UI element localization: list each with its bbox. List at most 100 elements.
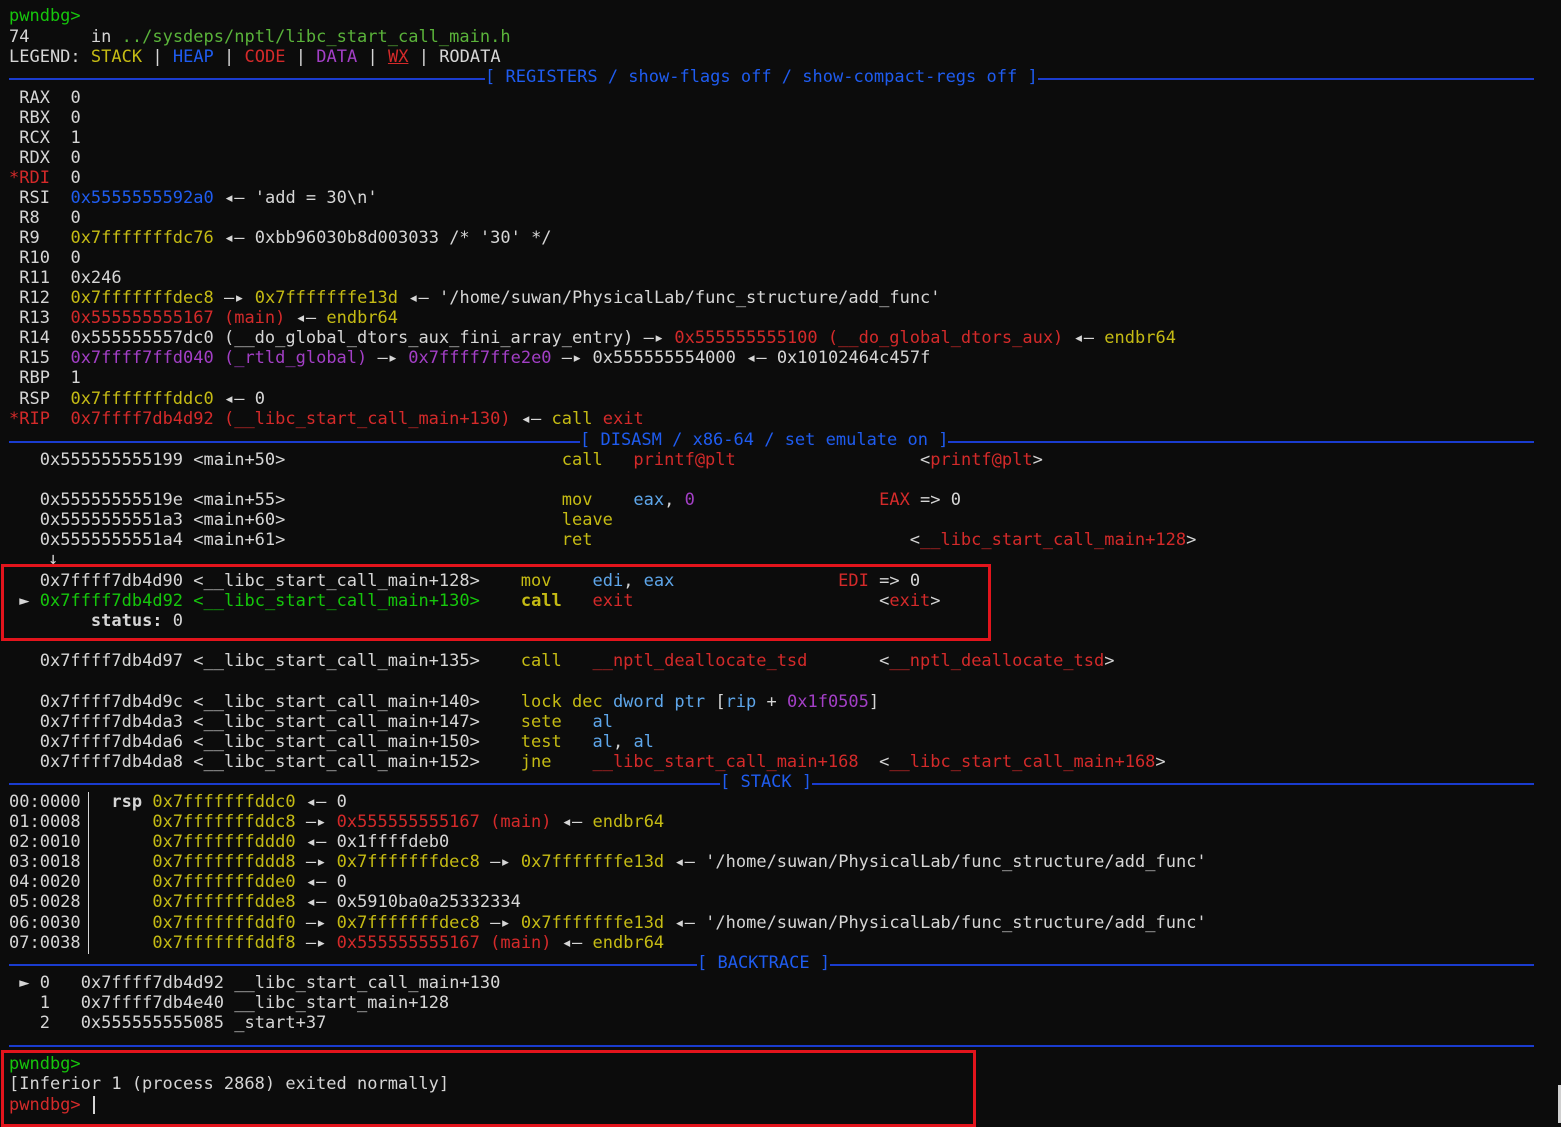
stack-deref: 0x7fffffffe13d — [520, 852, 665, 872]
register-value: 1 — [70, 128, 81, 148]
legend-line: LEGEND: STACK | HEAP | CODE | DATA | WX … — [9, 47, 501, 67]
instr-operand: printf@plt — [633, 450, 736, 470]
register-name: R13 — [19, 308, 50, 328]
register-instruction-target: exit — [602, 409, 644, 429]
deref-arrow: ◂— — [224, 228, 245, 248]
legend-separator: | — [224, 47, 235, 67]
register-name: R11 — [19, 268, 50, 288]
instr-symbol: <main+61> — [193, 530, 286, 550]
instr-opcode: ret — [561, 530, 593, 550]
legend-heap: HEAP — [172, 47, 214, 67]
register-value: 0 — [70, 88, 81, 108]
register-instruction: endbr64 — [1104, 328, 1176, 348]
emulated-register: EAX — [879, 490, 910, 510]
deref-arrow: ◂— — [561, 933, 583, 953]
disasm-row: 0x555555555199 <main+50> call printf@plt… — [9, 450, 1043, 470]
stack-value: 0x7fffffffdec8 — [336, 852, 480, 872]
disasm-row: 0x55555555519e <main+55> mov eax, 0 EAX … — [9, 490, 961, 510]
deref-arrow: ◂— — [674, 913, 695, 933]
stack-row: 04:0020 0x7fffffffdde0 ◂— 0 — [9, 872, 347, 892]
emulated-value: 0 — [950, 490, 962, 510]
legend-code: CODE — [244, 47, 286, 67]
instr-register: al — [592, 712, 613, 732]
register-name: RBP — [19, 368, 50, 388]
stack-row: 03:0018 0x7fffffffddd8 —▸ 0x7fffffffdec8… — [9, 852, 1207, 872]
bracket: ] — [868, 692, 880, 712]
instr-immediate: 0 — [684, 490, 695, 510]
instr-opcode: jne — [520, 752, 552, 772]
register-row: RCX 1 — [9, 128, 81, 148]
frame-symbol: _start+37 — [234, 1013, 327, 1033]
stack-address: 0x7fffffffddc0 — [152, 792, 296, 812]
instr-address: 0x5555555551a3 — [39, 510, 184, 530]
legend-separator: | — [418, 47, 429, 67]
register-value: 0 — [70, 168, 81, 188]
current-frame-marker-icon: ► — [19, 973, 30, 993]
register-name: R14 — [19, 328, 50, 348]
frame-number: 2 — [39, 1013, 50, 1033]
register-name: R8 — [19, 208, 40, 228]
instr-symbol: <__libc_start_call_main+140> — [193, 692, 480, 712]
register-row: RAX 0 — [9, 88, 81, 108]
in-keyword: in — [90, 27, 112, 47]
register-row: R15 0x7ffff7ffd040 (_rtld_global) —▸ 0x7… — [9, 348, 930, 368]
instr-address: 0x5555555551a4 — [39, 530, 184, 550]
disasm-row: 0x7ffff7db4d9c <__libc_start_call_main+1… — [9, 692, 879, 712]
register-name: RBX — [19, 108, 50, 128]
register-instruction: endbr64 — [326, 308, 399, 328]
frame-address: 0x7ffff7db4d92 — [80, 973, 225, 993]
deref-arrow: ◂— — [561, 812, 583, 832]
stack-index: 00:0000 — [9, 792, 81, 812]
register-row: R13 0x555555555167 (main) ◂— endbr64 — [9, 308, 398, 328]
deref-arrow: ◂— — [746, 348, 767, 368]
stack-value: 0x1ffffdeb0 — [336, 832, 450, 852]
legend-separator: | — [367, 47, 378, 67]
changed-marker: * — [9, 409, 20, 429]
legend-data: DATA — [316, 47, 358, 67]
stack-row: 01:0008 0x7fffffffddc8 —▸ 0x555555555167… — [9, 812, 664, 832]
deref-arrow: ◂— — [674, 852, 695, 872]
instr-address: 0x7ffff7db4da8 — [39, 752, 184, 772]
highlight-box-exit-call — [1, 564, 991, 641]
angle-bracket: < — [879, 651, 890, 671]
register-name: RSI — [19, 188, 50, 208]
angle-bracket: > — [1032, 450, 1043, 470]
instr-address: 0x7ffff7db4da3 — [39, 712, 184, 732]
register-row: R11 0x246 — [9, 268, 122, 288]
stack-value: 0x7fffffffdec8 — [336, 913, 480, 933]
instr-opcode: sete — [520, 712, 562, 732]
stack-row: 06:0030 0x7fffffffddf0 —▸ 0x7fffffffdec8… — [9, 913, 1207, 933]
register-row: RBP 1 — [9, 368, 80, 388]
registers-title: [ REGISTERS / show-flags off / show-comp… — [485, 67, 1038, 87]
stack-section-header: [ STACK ] — [9, 772, 1534, 792]
deref-arrow: ◂— — [224, 389, 245, 409]
stack-address: 0x7fffffffdde0 — [152, 872, 296, 892]
pointer-arrow: —▸ — [305, 933, 327, 953]
register-value: 0x7fffffffdc76 — [70, 228, 214, 248]
instr-opcode: test — [520, 732, 562, 752]
stack-value: 0x555555555167 (main) — [336, 812, 552, 832]
stack-address: 0x7fffffffddc8 — [152, 812, 296, 832]
stack-index: 02:0010 — [9, 832, 81, 852]
legend-label: LEGEND: — [9, 47, 81, 67]
pointer-arrow: —▸ — [490, 913, 511, 933]
register-row: R14 0x555555557dc0 (__do_global_dtors_au… — [9, 328, 1176, 348]
frame-address: 0x7ffff7db4e40 — [80, 993, 224, 1013]
register-deref: 0x555555555100 (__do_global_dtors_aux) — [674, 328, 1064, 348]
pointer-arrow: —▸ — [305, 812, 327, 832]
instr-opcode: call — [520, 651, 562, 671]
legend-separator: | — [295, 47, 306, 67]
register-name: RAX — [19, 88, 50, 108]
stack-index: 07:0038 — [9, 933, 81, 953]
disasm-section-header: [ DISASM / x86-64 / set emulate on ] — [9, 430, 1534, 450]
instr-address: 0x55555555519e — [39, 490, 184, 510]
stack-value: 0x5910ba0a25332334 — [336, 892, 521, 912]
instr-register: rip — [725, 692, 757, 712]
register-row: R9 0x7fffffffdc76 ◂— 0xbb96030b8d003033 … — [9, 228, 551, 248]
register-name: R15 — [19, 348, 50, 368]
register-string: 'add = 30\n' — [254, 188, 378, 208]
instr-opcode: leave — [561, 510, 613, 530]
register-value: 0x246 — [70, 268, 122, 288]
bracket: [ — [715, 692, 726, 712]
changed-marker: * — [9, 168, 20, 188]
